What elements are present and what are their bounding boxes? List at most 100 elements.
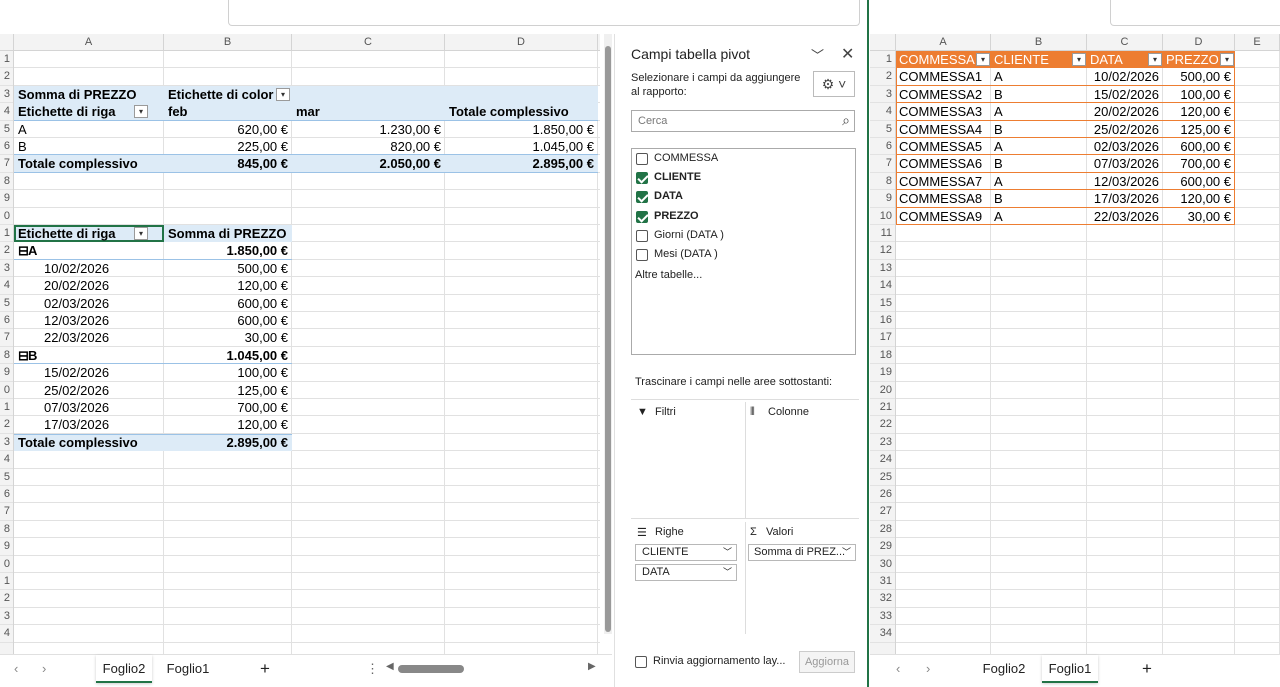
rows-area[interactable]: ☰ Righe CLIENTE ﹀ DATA ﹀	[633, 522, 737, 634]
row-header[interactable]: 6	[0, 138, 13, 156]
row-header[interactable]: 18	[870, 347, 895, 365]
row-header[interactable]: 8	[0, 521, 13, 539]
corner-cell[interactable]	[870, 34, 896, 50]
row-header[interactable]: 20	[870, 382, 895, 399]
tab-foglio1-right[interactable]: Foglio1	[1042, 655, 1098, 683]
column-header[interactable]: B	[164, 34, 292, 50]
tab-foglio2-right[interactable]: Foglio2	[976, 655, 1032, 683]
row-header[interactable]: 1	[0, 51, 13, 69]
row-header[interactable]: 6	[0, 312, 13, 330]
filter-dropdown-icon[interactable]: ▾	[134, 227, 148, 240]
row-header[interactable]: 7	[0, 155, 13, 173]
row-header[interactable]: 29	[870, 538, 895, 556]
filter-dropdown-icon[interactable]: ▾	[1072, 53, 1086, 66]
values-area[interactable]: Σ Valori Somma di PREZ... ﹀	[745, 522, 857, 634]
row-header[interactable]: 13	[870, 260, 895, 278]
row-header[interactable]: 1	[0, 225, 13, 243]
close-icon[interactable]: ✕	[841, 44, 854, 64]
row-header[interactable]: 3	[0, 86, 13, 104]
column-header[interactable]: A	[896, 34, 991, 50]
row-header[interactable]: 28	[870, 521, 895, 539]
row-header[interactable]: 3	[0, 608, 13, 626]
gear-icon[interactable]: ⚙ ˅	[813, 71, 855, 97]
field-checkbox[interactable]	[636, 153, 648, 165]
table-header[interactable]: CLIENTE	[991, 51, 1071, 68]
row-header[interactable]: 34	[870, 625, 895, 643]
prev-sheet-icon[interactable]: ‹	[14, 661, 18, 676]
row-header[interactable]: 9	[0, 364, 13, 382]
corner-cell[interactable]	[0, 34, 14, 50]
table-header[interactable]: COMMESSA	[896, 51, 975, 68]
row-header[interactable]: 7	[870, 155, 895, 173]
rows-field-cliente[interactable]: CLIENTE ﹀	[635, 544, 737, 561]
right-grid[interactable]: COMMESSA ▾ CLIENTE ▾ DATA ▾ PREZZO ▾ COMMESSA1 A 1…	[896, 51, 1280, 654]
more-options-icon[interactable]: ⋮	[366, 661, 379, 677]
row-header[interactable]: 6	[0, 486, 13, 504]
row-header[interactable]: 7	[0, 503, 13, 521]
row-header[interactable]: 30	[870, 556, 895, 573]
row-header[interactable]: 5	[0, 469, 13, 486]
filters-area[interactable]: ▼ Filtri	[633, 402, 737, 518]
row-header[interactable]: 21	[870, 399, 895, 417]
add-sheet-button[interactable]: +	[250, 655, 280, 683]
field-checkbox[interactable]	[636, 172, 648, 185]
row-header[interactable]: 2	[0, 416, 13, 434]
column-header[interactable]: C	[292, 34, 445, 50]
row-header[interactable]: 12	[870, 242, 895, 260]
row-header[interactable]: 23	[870, 434, 895, 452]
column-header[interactable]: E	[1235, 34, 1280, 50]
prev-sheet-icon-right[interactable]: ‹	[896, 661, 900, 676]
row-header[interactable]: 0	[0, 382, 13, 399]
values-field-sum[interactable]: Somma di PREZ... ﹀	[748, 544, 856, 561]
column-header[interactable]: D	[1163, 34, 1235, 50]
row-header[interactable]: 5	[0, 121, 13, 138]
filter-dropdown-icon[interactable]: ▾	[134, 105, 148, 119]
row-header[interactable]: 17	[870, 329, 895, 347]
row-header[interactable]: 27	[870, 503, 895, 521]
row-header[interactable]: 25	[870, 469, 895, 486]
row-header[interactable]: 5	[0, 295, 13, 312]
left-grid[interactable]: Somma di PREZZO Etichette di color ▾ Etiche…	[14, 51, 600, 654]
rows-field-data[interactable]: DATA ﹀	[635, 564, 737, 581]
tab-foglio2[interactable]: Foglio2	[96, 655, 152, 683]
tab-foglio1[interactable]: Foglio1	[160, 655, 216, 683]
row-header[interactable]: 32	[870, 590, 895, 608]
row-header[interactable]: 22	[870, 416, 895, 434]
field-checkbox[interactable]	[636, 229, 648, 242]
field-checkbox[interactable]	[636, 191, 648, 204]
left-formula-bar[interactable]	[228, 0, 860, 26]
next-sheet-icon[interactable]: ›	[42, 661, 46, 676]
row-header[interactable]: 7	[0, 329, 13, 347]
row-header[interactable]: 2	[0, 242, 13, 260]
row-header[interactable]: 31	[870, 573, 895, 591]
left-vertical-scrollbar[interactable]	[604, 34, 612, 634]
field-search-input[interactable]: Cerca ⌕	[631, 110, 855, 132]
next-sheet-icon-right[interactable]: ›	[926, 661, 930, 676]
field-checkbox[interactable]	[636, 210, 648, 223]
row-header[interactable]: 0	[0, 556, 13, 573]
row-header[interactable]: 14	[870, 277, 895, 295]
chevron-down-icon[interactable]: ﹀	[811, 45, 824, 64]
row-header[interactable]: 9	[0, 538, 13, 556]
row-header[interactable]: 5	[870, 121, 895, 138]
row-header[interactable]: 11	[870, 225, 895, 243]
row-header[interactable]: 4	[0, 625, 13, 643]
row-header[interactable]: 8	[0, 347, 13, 365]
row-header[interactable]: 6	[870, 138, 895, 156]
field-checkbox[interactable]	[636, 249, 648, 261]
row-header[interactable]: 19	[870, 364, 895, 382]
filter-dropdown-icon[interactable]: ▾	[1220, 53, 1234, 66]
row-header[interactable]: 0	[0, 208, 13, 225]
row-header[interactable]: 16	[870, 312, 895, 330]
defer-update-checkbox[interactable]	[635, 656, 647, 668]
column-header[interactable]: C	[1087, 34, 1163, 50]
update-button[interactable]: Aggiorna	[799, 651, 855, 673]
filter-dropdown-icon[interactable]: ▾	[976, 53, 990, 66]
row-header[interactable]: 2	[870, 68, 895, 86]
row-header[interactable]: 24	[870, 451, 895, 469]
row-header[interactable]: 9	[870, 190, 895, 208]
row-header[interactable]: 3	[870, 86, 895, 104]
row-header[interactable]: 15	[870, 295, 895, 312]
right-formula-bar[interactable]	[1110, 0, 1280, 26]
row-header[interactable]: 10	[870, 208, 895, 225]
